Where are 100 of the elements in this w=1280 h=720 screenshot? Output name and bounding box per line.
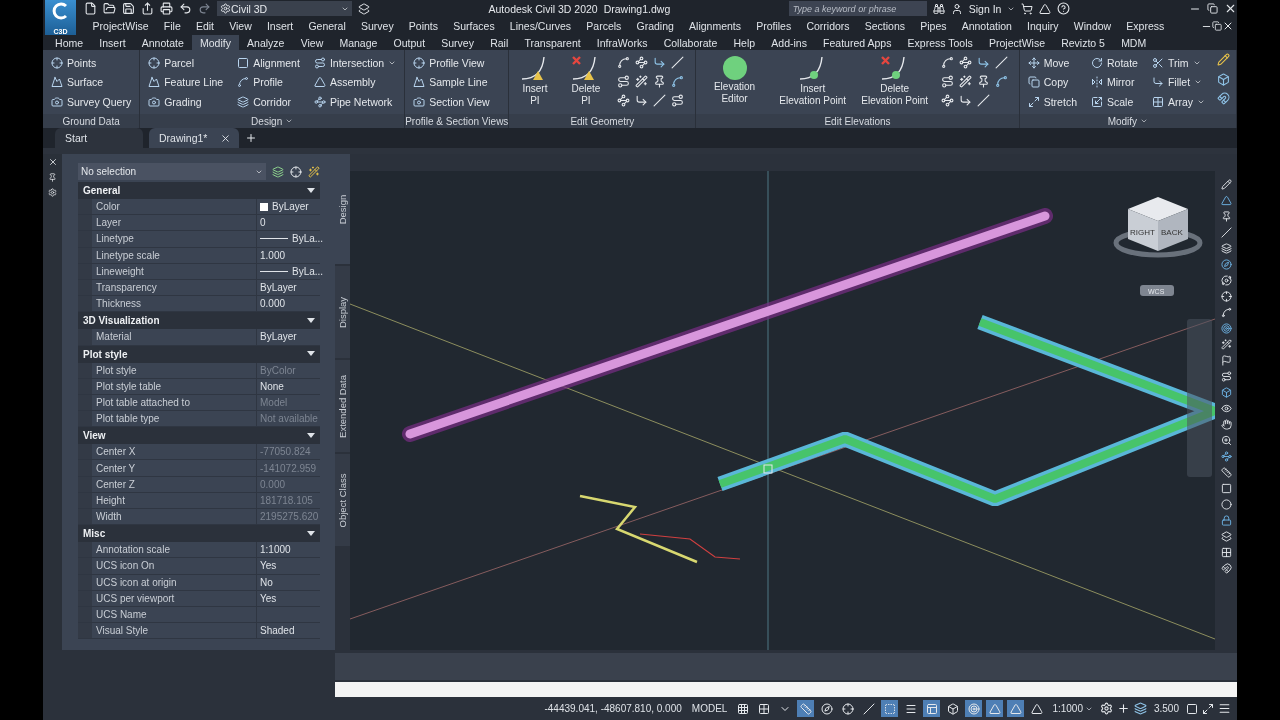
menu-item[interactable]: Sections <box>857 20 913 32</box>
waypoints-icon[interactable] <box>635 56 649 69</box>
palette-tab[interactable]: Object Class <box>335 454 350 546</box>
property-row[interactable]: Center Y -141072.959 <box>78 460 320 477</box>
menu-item[interactable]: Inquiry <box>1019 20 1067 32</box>
ribbon-tool[interactable]: Surface <box>49 72 134 92</box>
flag-icon[interactable] <box>1220 355 1232 366</box>
curve-icon[interactable] <box>1220 307 1232 318</box>
ribbon-tool[interactable]: Grading <box>146 92 226 112</box>
property-row[interactable]: UCS icon On Yes <box>78 558 320 575</box>
circle-icon[interactable] <box>1220 499 1232 510</box>
section-header[interactable]: General <box>78 182 320 199</box>
fullscreen-icon[interactable] <box>1202 702 1214 715</box>
ribbon-tab[interactable]: Collaborate <box>655 35 726 50</box>
property-row[interactable]: Color ByLayer <box>78 199 320 216</box>
menu-item[interactable]: Edit <box>188 20 222 32</box>
layers-icon[interactable] <box>1220 531 1232 542</box>
menu-icon[interactable] <box>1218 702 1231 715</box>
undo-icon[interactable] <box>179 2 192 15</box>
ribbon-tab[interactable]: InfraWorks <box>588 35 656 50</box>
grid-icon[interactable] <box>1220 547 1232 558</box>
wand-icon[interactable] <box>308 165 320 178</box>
command-line-field[interactable] <box>335 682 1237 697</box>
corner-icon[interactable] <box>653 56 667 69</box>
section-header[interactable]: View <box>78 427 320 445</box>
ribbon-tab[interactable]: Survey <box>433 35 483 50</box>
pin-icon[interactable] <box>1220 211 1232 222</box>
line-icon[interactable] <box>1220 227 1232 238</box>
folder-icon[interactable] <box>103 2 116 15</box>
palette-tab[interactable]: Design <box>335 154 350 264</box>
line-icon[interactable] <box>976 94 990 107</box>
property-row[interactable]: Thickness 0.000 <box>78 296 320 313</box>
close-icon[interactable] <box>1224 2 1237 15</box>
property-row[interactable]: Linetype ByLa... <box>78 231 320 248</box>
ribbon-tab[interactable]: Output <box>385 35 434 50</box>
ribbon-tab[interactable]: MDM <box>1113 35 1155 50</box>
search-field[interactable]: Type a keyword or phrase <box>788 1 927 16</box>
ribbon-tool[interactable]: Survey Query <box>49 92 134 112</box>
layers-icon[interactable] <box>1220 243 1232 254</box>
menu-item[interactable]: General <box>300 20 354 32</box>
close-icon[interactable] <box>1222 20 1234 32</box>
status-toggle[interactable] <box>839 700 857 717</box>
save-icon[interactable] <box>122 2 135 15</box>
redo-icon[interactable] <box>198 2 211 15</box>
binoculars-icon[interactable] <box>932 2 945 15</box>
ribbon-tab[interactable]: Home <box>47 35 92 50</box>
ribbon-tool[interactable]: Intersection <box>311 53 399 73</box>
status-toggle[interactable] <box>1007 700 1025 717</box>
document-tab[interactable]: Drawing1* <box>149 128 239 148</box>
ribbon-tool[interactable]: Insert PI <box>515 53 555 114</box>
ribbon-tool[interactable]: Profile View <box>411 53 492 73</box>
route-icon[interactable] <box>940 75 954 88</box>
ribbon-tool[interactable]: Section View <box>411 92 492 112</box>
ribbon-tab[interactable]: Revizto 5 <box>1053 35 1114 50</box>
layers-icon[interactable] <box>358 2 370 15</box>
property-row[interactable]: Material ByLayer <box>78 329 320 346</box>
waypoints-icon[interactable] <box>1220 451 1232 462</box>
corner-icon[interactable] <box>976 56 990 69</box>
ribbon-tool[interactable]: Delete Elevation Point <box>858 53 931 114</box>
collapse-caret-icon[interactable] <box>307 351 315 357</box>
zoom-icon[interactable] <box>1220 435 1232 446</box>
hand-icon[interactable] <box>1220 419 1232 430</box>
menu-item[interactable]: Annotation <box>954 20 1020 32</box>
status-toggle[interactable] <box>881 700 899 717</box>
square-icon[interactable] <box>1186 702 1198 715</box>
ribbon-tool[interactable]: Elevation Editor <box>702 53 767 114</box>
menu-item[interactable]: File <box>156 20 189 32</box>
cart-icon[interactable] <box>1021 2 1034 15</box>
add-tab-icon[interactable] <box>245 132 257 144</box>
ribbon-tab[interactable]: Add-ins <box>763 35 815 50</box>
menu-item[interactable]: Survey <box>353 20 402 32</box>
panel-title[interactable]: Design <box>140 114 405 128</box>
menu-item[interactable]: Parcels <box>578 20 629 32</box>
ribbon-tab[interactable]: Express Tools <box>899 35 981 50</box>
ruler-icon[interactable] <box>1220 467 1232 478</box>
waypoints-icon[interactable] <box>958 56 972 69</box>
panel-title[interactable]: Modify <box>1019 114 1236 128</box>
box-icon[interactable] <box>1217 72 1230 86</box>
magnet-icon[interactable] <box>1217 92 1230 105</box>
menu-item[interactable]: Corridors <box>798 20 858 32</box>
property-row[interactable]: Width 2195275.620 <box>78 509 320 526</box>
selection-dropdown[interactable]: No selection <box>78 163 267 180</box>
property-row[interactable]: Center X -77050.824 <box>78 444 320 461</box>
ribbon-tool[interactable]: Profile <box>235 72 302 92</box>
corner-icon[interactable] <box>958 94 972 107</box>
ribbon-tool[interactable]: Fillet <box>1149 72 1207 92</box>
target-icon[interactable] <box>1220 323 1232 334</box>
close-icon[interactable] <box>47 157 58 167</box>
collapse-caret-icon[interactable] <box>307 432 315 439</box>
pencil-icon[interactable] <box>1220 179 1232 190</box>
ribbon-tab[interactable]: Analyze <box>239 35 293 50</box>
menu-item[interactable]: Points <box>401 20 446 32</box>
collapse-caret-icon[interactable] <box>307 317 315 324</box>
menu-item[interactable]: View <box>221 20 260 32</box>
eye-icon[interactable] <box>1220 403 1232 414</box>
share-icon[interactable] <box>141 2 154 15</box>
wand-icon[interactable] <box>958 75 972 88</box>
menu-item[interactable]: Surfaces <box>445 20 503 32</box>
menu-item[interactable]: Lines/Curves <box>502 20 579 32</box>
curve-icon[interactable] <box>671 75 685 88</box>
